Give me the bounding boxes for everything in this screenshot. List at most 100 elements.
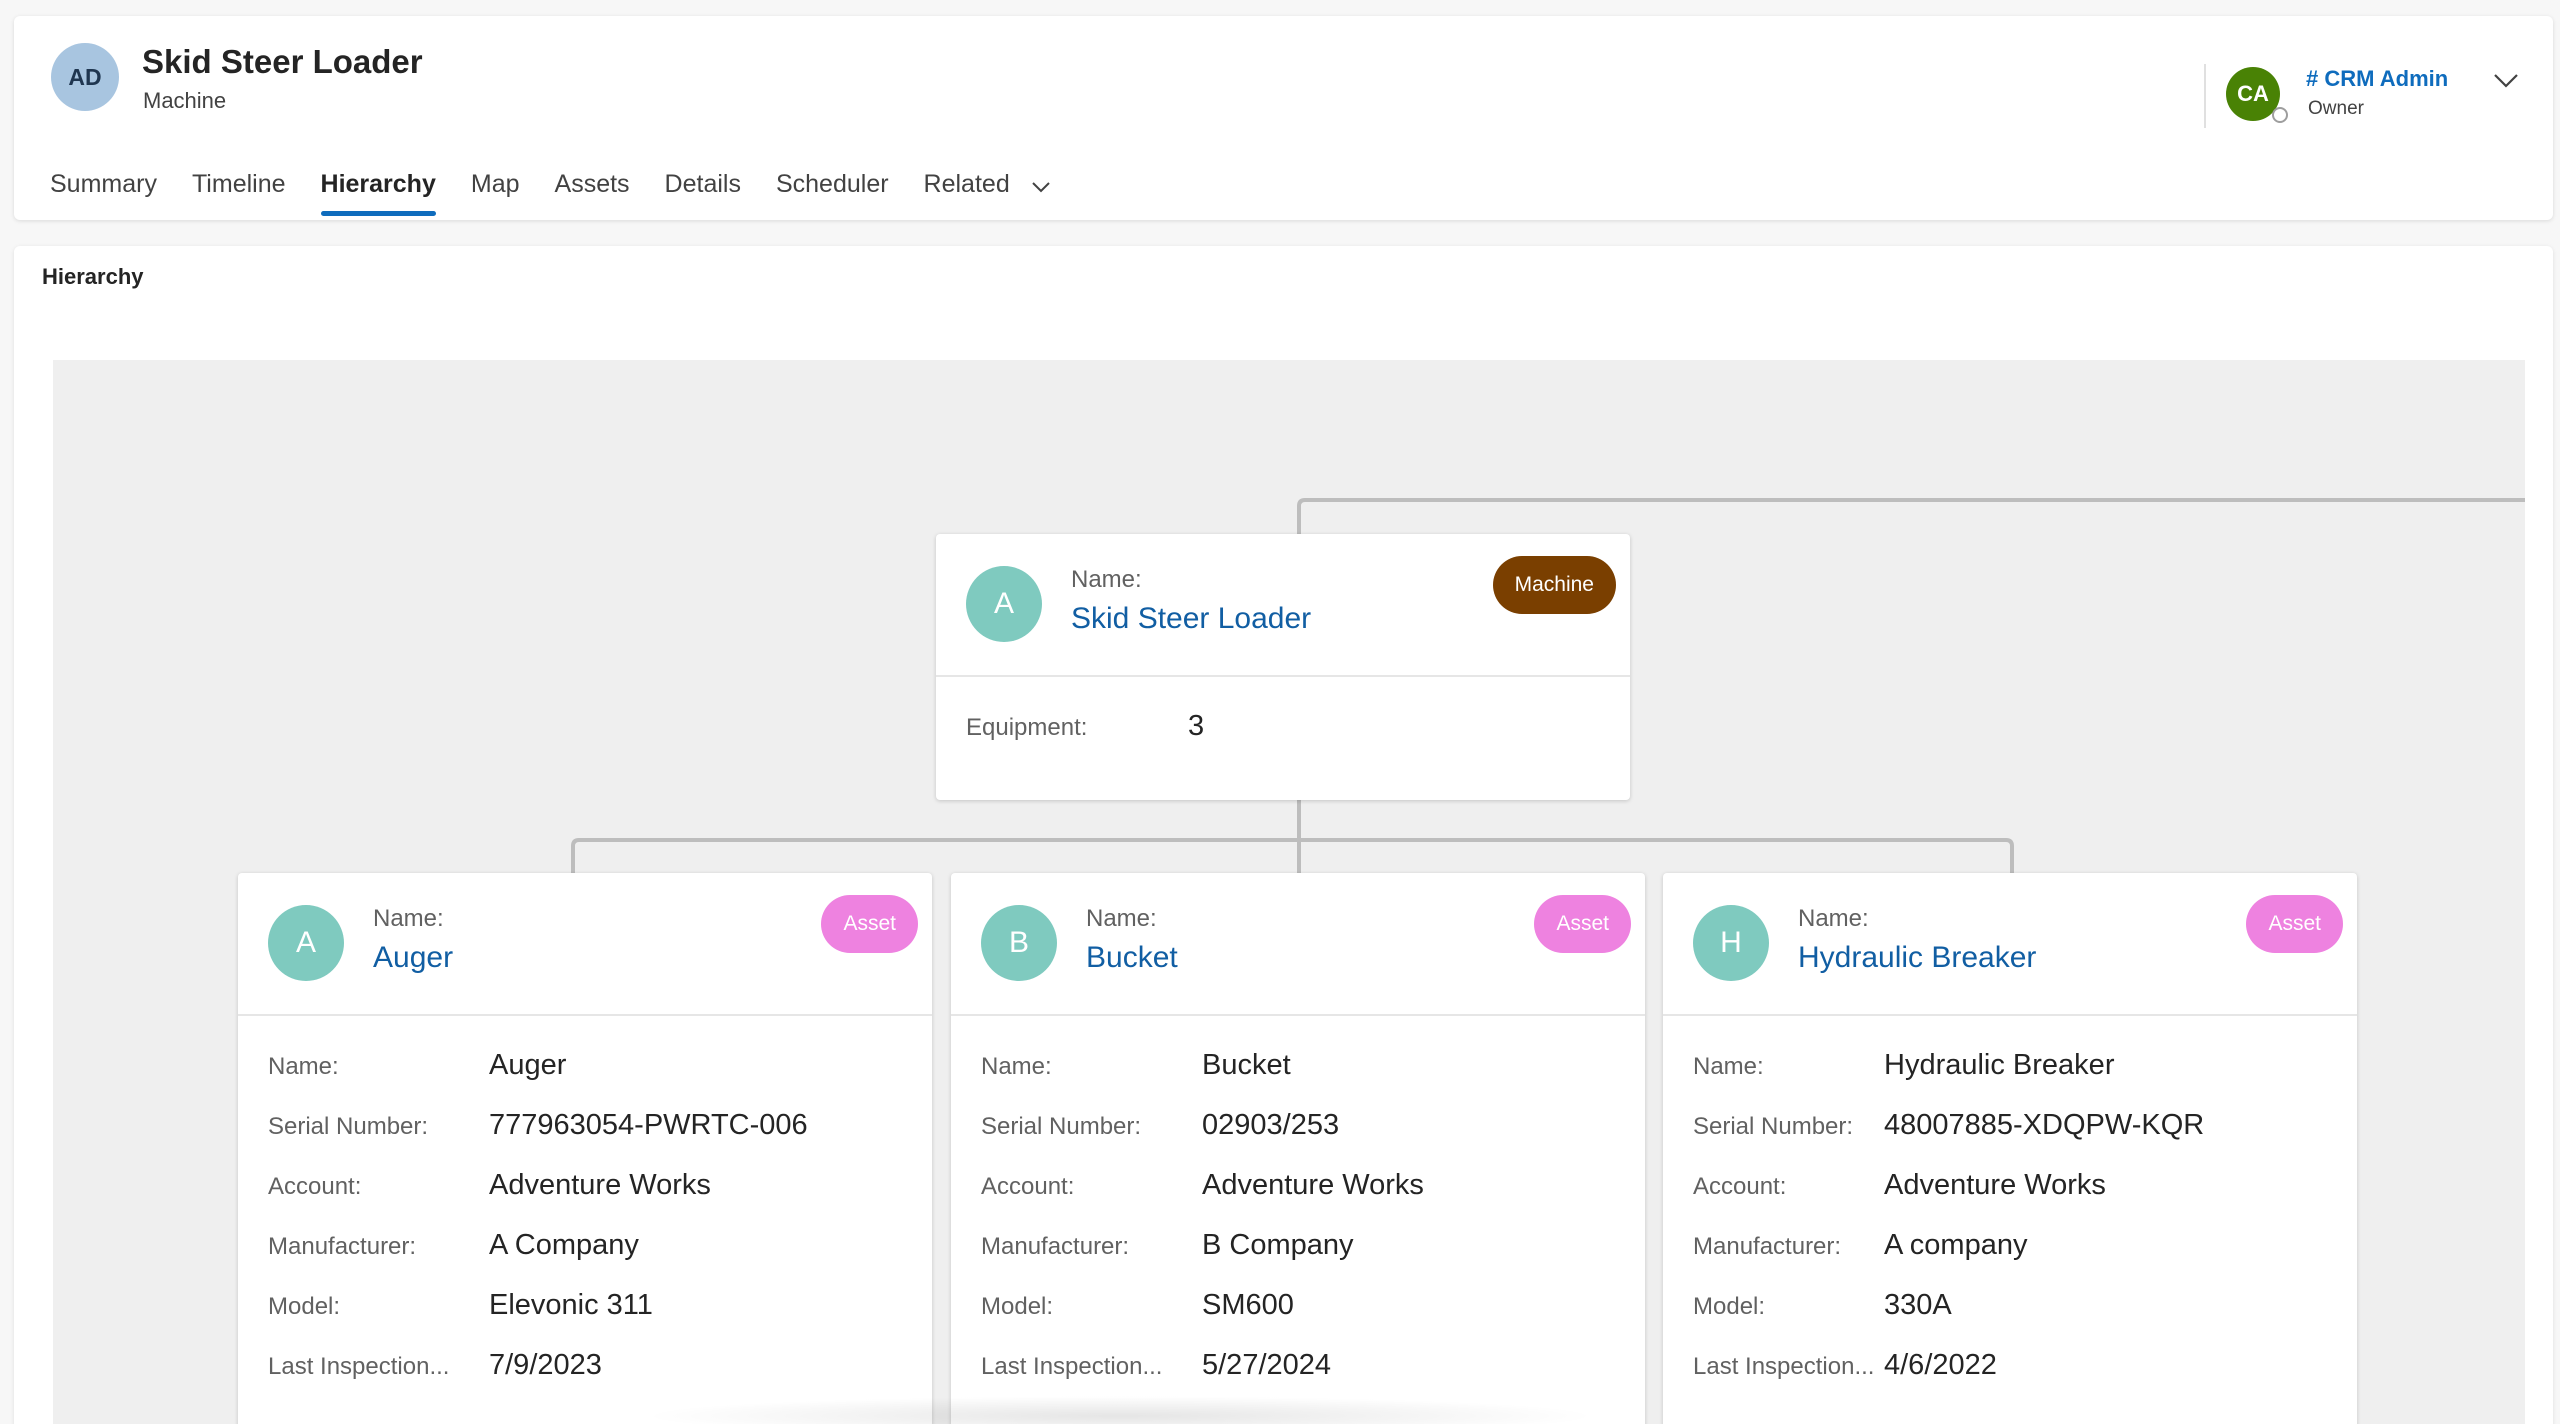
field-value: Elevonic 311 [489,1289,653,1321]
node-name-label: Name: [1798,905,1869,932]
node-name-label: Name: [1086,905,1157,932]
tab-scheduler[interactable]: Scheduler [776,154,889,216]
field-value: Adventure Works [1202,1169,1424,1201]
field-label: Name: [268,1053,339,1080]
node-name-link[interactable]: Hydraulic Breaker [1798,941,2036,975]
node-avatar: B [981,905,1057,981]
owner-role: Owner [2308,98,2364,119]
node-type-badge: Asset [2246,895,2343,953]
field-label: Last Inspection... [268,1353,450,1380]
owner-name-link[interactable]: # CRM Admin [2306,66,2448,92]
tab-list: Summary Timeline Hierarchy Map Assets De… [50,154,1086,224]
hierarchy-canvas[interactable]: A Name: Skid Steer Loader Machine Equipm… [53,360,2525,1424]
field-label: Serial Number: [268,1113,429,1140]
presence-status-icon [2272,107,2288,123]
tab-label: Scheduler [775,170,889,198]
tab-summary[interactable]: Summary [50,154,157,216]
tab-details[interactable]: Details [665,154,741,216]
field-label: Account: [268,1173,362,1200]
field-label: Account: [1693,1173,1787,1200]
field-label: Last Inspection... [1693,1353,1875,1380]
tab-label: Assets [554,170,630,198]
hierarchy-section: Hierarchy A Name: Skid Steer Loader Mach… [14,246,2553,1424]
field-label: Model: [268,1293,341,1320]
owner-avatar-initials: CA [2237,81,2269,106]
field-label: Name: [1693,1053,1764,1080]
node-avatar: A [268,905,344,981]
record-title: Skid Steer Loader [142,43,423,80]
field-label: Manufacturer: [981,1233,1130,1260]
badge-label: Asset [2268,912,2321,935]
field-value: 5/27/2024 [1202,1349,1332,1381]
expand-header-chevron-icon[interactable] [2492,72,2520,95]
child-node-card[interactable]: B Name: Bucket Asset Name: Bucket Serial… [951,873,1645,1424]
node-header: A Name: Skid Steer Loader Machine [936,534,1630,677]
node-name-link[interactable]: Auger [373,941,453,975]
node-type-badge: Machine [1492,556,1616,614]
field-value: Adventure Works [1884,1169,2106,1201]
field-value: Adventure Works [489,1169,711,1201]
field-label: Account: [981,1173,1075,1200]
record-subtitle: Machine [143,88,227,113]
field-value: Hydraulic Breaker [1884,1049,2115,1081]
node-avatar: H [1693,905,1769,981]
root-node-card[interactable]: A Name: Skid Steer Loader Machine Equipm… [936,534,1630,800]
section-title: Hierarchy [42,264,144,289]
record-avatar: AD [51,43,119,111]
field-value: Bucket [1202,1049,1291,1081]
node-name-link[interactable]: Skid Steer Loader [1071,602,1311,636]
tab-label: Timeline [191,170,286,198]
field-label: Serial Number: [981,1113,1142,1140]
tab-related[interactable]: Related [924,154,1051,216]
tab-timeline[interactable]: Timeline [192,154,286,216]
field-value: 330A [1884,1289,1952,1321]
scroll-shadow [640,1396,1600,1424]
field-label: Equipment: [966,714,1088,741]
field-label: Serial Number: [1693,1113,1854,1140]
field-label: Name: [981,1053,1052,1080]
node-avatar: A [966,566,1042,642]
node-name-label: Name: [373,905,444,932]
field-label: Manufacturer: [268,1233,417,1260]
field-value: 3 [1188,710,1205,742]
record-avatar-initials: AD [68,63,102,90]
badge-label: Asset [843,912,896,935]
child-node-card[interactable]: A Name: Auger Asset Name: Auger Serial N… [238,873,932,1424]
badge-label: Machine [1514,573,1594,596]
tab-map[interactable]: Map [471,154,520,216]
node-header: H Name: Hydraulic Breaker Asset [1663,873,2357,1016]
chevron-down-icon [1031,171,1051,200]
node-name-label: Name: [1071,566,1142,593]
node-header: A Name: Auger Asset [238,873,932,1016]
app-frame: AD Skid Steer Loader Machine Summary Tim… [0,0,2560,1424]
tab-label: Hierarchy [320,170,436,198]
owner-divider [2204,64,2206,128]
field-value: A company [1884,1229,2028,1261]
node-type-badge: Asset [1534,895,1631,953]
field-value: SM600 [1202,1289,1294,1321]
field-label: Manufacturer: [1693,1233,1842,1260]
field-label: Model: [1693,1293,1766,1320]
field-value: B Company [1202,1229,1354,1261]
node-avatar-initial: H [1720,926,1742,959]
node-name-link[interactable]: Bucket [1086,941,1178,975]
field-value: 48007885-XDQPW-KQR [1884,1109,2205,1141]
tab-hierarchy[interactable]: Hierarchy [320,154,437,216]
node-avatar-initial: B [1008,926,1029,959]
field-label: Model: [981,1293,1054,1320]
field-value: 4/6/2022 [1884,1349,1997,1381]
node-header: B Name: Bucket Asset [951,873,1645,1016]
field-value: 777963054-PWRTC-006 [489,1109,808,1141]
field-value: 02903/253 [1202,1109,1340,1141]
tab-label: Map [470,170,520,198]
tab-assets[interactable]: Assets [555,154,630,216]
tab-label: Related [923,170,1010,198]
child-node-card[interactable]: H Name: Hydraulic Breaker Asset Name: Hy… [1663,873,2357,1424]
field-value: A Company [489,1229,639,1261]
field-label: Last Inspection... [981,1353,1163,1380]
field-value: Auger [489,1049,567,1081]
node-type-badge: Asset [821,895,918,953]
node-avatar-initial: A [993,587,1014,620]
tab-label: Summary [50,170,157,198]
node-avatar-initial: A [295,926,316,959]
